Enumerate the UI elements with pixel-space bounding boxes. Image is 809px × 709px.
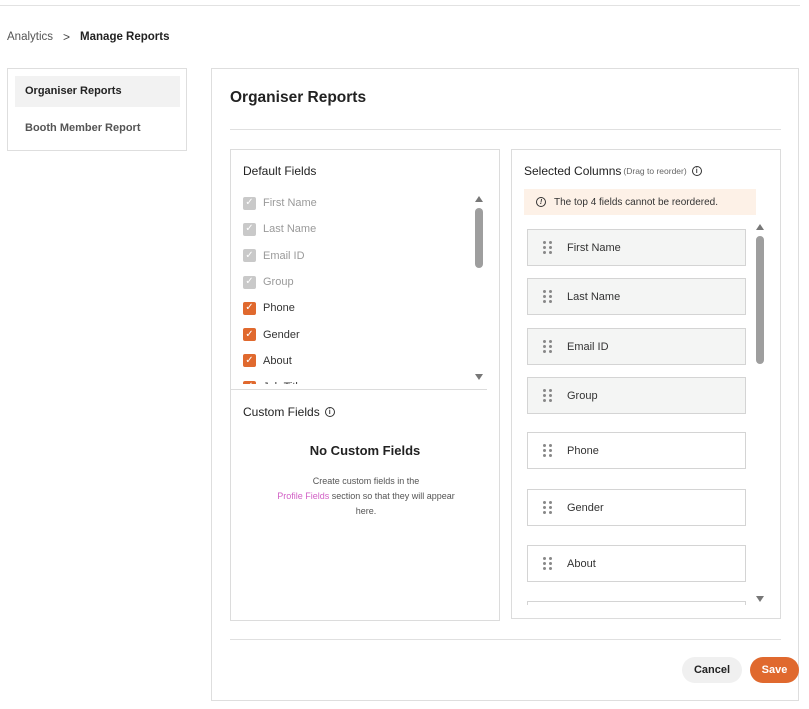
info-icon[interactable]: i: [691, 166, 702, 176]
column-label: Email ID: [567, 340, 609, 353]
field-label: About: [263, 354, 292, 367]
field-label: Phone: [263, 302, 295, 315]
reorder-notice-text: The top 4 fields cannot be reordered.: [554, 196, 718, 208]
column-label: Phone: [567, 444, 599, 457]
top-divider: [0, 5, 800, 6]
scroll-thumb[interactable]: [475, 208, 483, 268]
custom-fields-title: Custom Fields: [243, 405, 320, 419]
selected-column-item[interactable]: [527, 601, 746, 605]
field-label: Job Title: [263, 381, 304, 384]
drag-handle-icon: [543, 290, 552, 303]
empty-desc-before: Create custom fields in the: [312, 476, 420, 486]
drag-handle-icon: [543, 241, 552, 254]
title-divider: [230, 129, 781, 130]
checkbox-check-icon[interactable]: ✓: [243, 301, 256, 315]
breadcrumb-manage-reports: Manage Reports: [80, 31, 170, 43]
page-title: Organiser Reports: [230, 89, 367, 106]
info-icon[interactable]: i: [324, 407, 335, 417]
scroll-down-icon[interactable]: [756, 596, 764, 602]
column-label: Last Name: [567, 290, 621, 303]
selected-column-item[interactable]: Gender: [527, 489, 746, 526]
selected-column-item[interactable]: Phone: [527, 432, 746, 469]
checkbox-check-icon[interactable]: ✓: [243, 380, 256, 384]
footer-divider: [230, 639, 781, 640]
alert-icon: !: [536, 197, 546, 207]
custom-fields-header: Custom Fields i: [243, 405, 335, 419]
selected-columns-title: Selected Columns: [524, 164, 622, 178]
sidebar-item-booth-member-report[interactable]: Booth Member Report: [15, 113, 180, 144]
selected-columns-panel: Selected Columns (Drag to reorder) i ! T…: [511, 149, 781, 619]
checkbox-check-icon[interactable]: ✓: [243, 354, 256, 368]
field-label: Group: [263, 276, 294, 289]
field-row: ✓ Last Name: [243, 216, 473, 242]
fields-panel: Default Fields ✓ First Name ✓ Last Name ✓ Ema…: [230, 149, 500, 621]
field-label: Last Name: [263, 223, 317, 236]
drag-handle-icon[interactable]: [543, 557, 552, 570]
default-fields-title: Default Fields: [243, 164, 317, 178]
profile-fields-link[interactable]: Profile Fields: [277, 491, 329, 501]
field-label: Email ID: [263, 249, 305, 262]
selected-columns-list[interactable]: First Name Last Name Email ID Group Phone Gen…: [527, 229, 747, 605]
field-row: ✓ First Name: [243, 190, 473, 216]
empty-desc-after: section so that they will appear here.: [331, 491, 455, 516]
sidebar-item-organiser-reports[interactable]: Organiser Reports: [15, 76, 180, 107]
selected-column-item: Email ID: [527, 328, 746, 365]
drag-handle-icon: [543, 340, 552, 353]
selected-column-item[interactable]: About: [527, 545, 746, 582]
save-button[interactable]: Save: [750, 657, 799, 683]
scroll-thumb[interactable]: [756, 236, 764, 364]
report-sidebar: Organiser Reports Booth Member Report: [7, 68, 187, 151]
report-editor: Organiser Reports Default Fields ✓ First …: [211, 68, 799, 701]
cancel-button[interactable]: Cancel: [682, 657, 742, 683]
drag-handle-icon[interactable]: [543, 501, 552, 514]
selected-columns-scrollbar[interactable]: [755, 224, 765, 602]
field-row: ✓ Group: [243, 269, 473, 295]
selected-columns-header: Selected Columns (Drag to reorder) i: [524, 164, 702, 178]
field-label: First Name: [263, 197, 317, 210]
breadcrumb-analytics[interactable]: Analytics: [7, 31, 53, 43]
drag-handle-icon: [543, 389, 552, 402]
drag-handle-icon[interactable]: [543, 444, 552, 457]
column-label: Group: [567, 389, 598, 402]
scroll-up-icon[interactable]: [756, 224, 764, 230]
default-fields-scrollbar[interactable]: [474, 196, 484, 380]
scroll-up-icon[interactable]: [475, 196, 483, 202]
reorder-notice: ! The top 4 fields cannot be reordered.: [524, 189, 756, 215]
breadcrumb-separator: >: [63, 30, 71, 44]
field-row[interactable]: ✓ Phone: [243, 295, 473, 321]
column-label: First Name: [567, 241, 621, 254]
breadcrumb: Analytics > Manage Reports: [7, 30, 170, 44]
field-row[interactable]: ✓ About: [243, 348, 473, 374]
scroll-down-icon[interactable]: [475, 374, 483, 380]
column-label: Gender: [567, 501, 604, 514]
default-fields-list[interactable]: ✓ First Name ✓ Last Name ✓ Email ID ✓ Group ✓ Pho…: [243, 190, 473, 384]
field-row: ✓ Email ID: [243, 243, 473, 269]
field-row[interactable]: ✓ Job Title: [243, 374, 473, 384]
selected-column-item: Group: [527, 377, 746, 414]
drag-hint: (Drag to reorder): [623, 166, 687, 176]
field-row[interactable]: ✓ Gender: [243, 321, 473, 347]
checkbox-check-icon: ✓: [243, 196, 256, 210]
column-label: About: [567, 557, 596, 570]
checkbox-check-icon[interactable]: ✓: [243, 328, 256, 342]
fields-divider: [231, 389, 487, 390]
checkbox-check-icon: ✓: [243, 275, 256, 289]
checkbox-check-icon: ✓: [243, 249, 256, 263]
no-custom-fields-description: Create custom fields in the Profile Fiel…: [266, 474, 466, 519]
no-custom-fields-title: No Custom Fields: [309, 443, 421, 458]
checkbox-check-icon: ✓: [243, 222, 256, 236]
field-label: Gender: [263, 328, 300, 341]
selected-column-item: First Name: [527, 229, 746, 266]
selected-column-item: Last Name: [527, 278, 746, 315]
